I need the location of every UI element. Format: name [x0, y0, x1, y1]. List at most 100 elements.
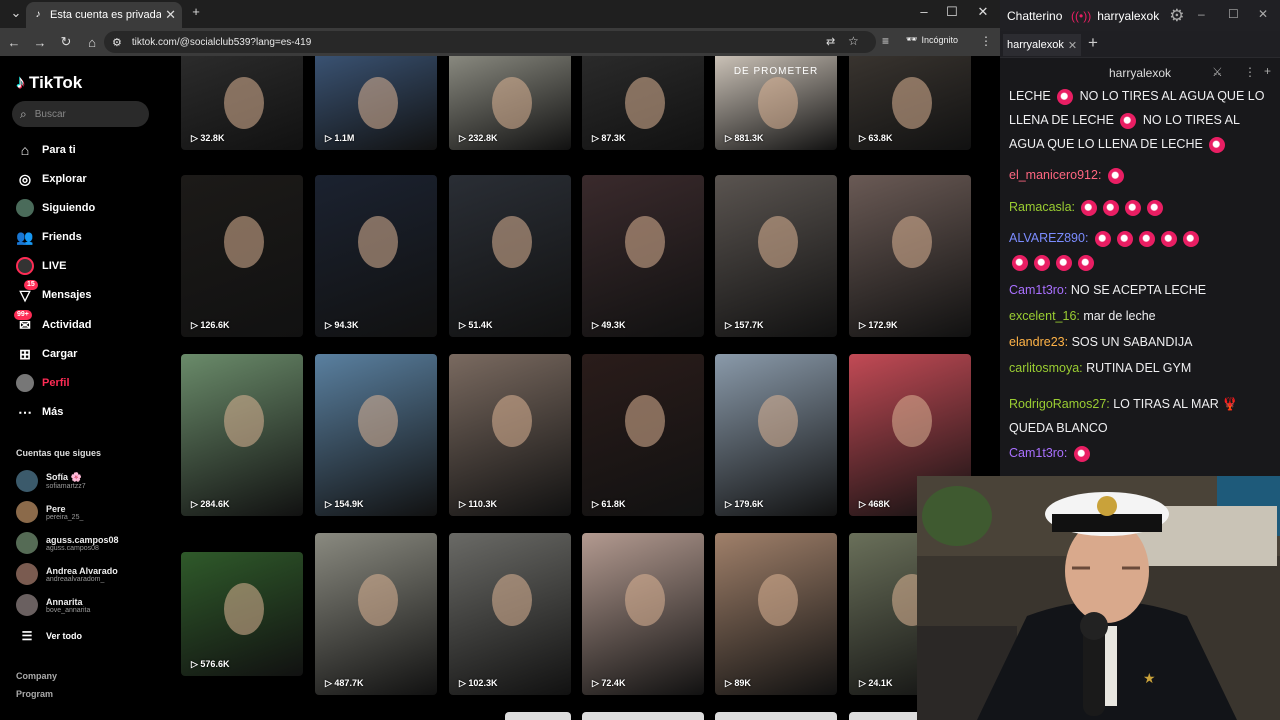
profile-avatar-icon: [16, 374, 34, 392]
video-thumbnail-partial[interactable]: [582, 712, 704, 720]
nav-item-siguiendo[interactable]: Siguiendo: [16, 199, 95, 217]
nav-item-explorar[interactable]: ◎ Explorar: [16, 170, 87, 188]
close-tab-icon[interactable]: ✕: [165, 7, 176, 23]
chat-username[interactable]: RodrigoRamos27:: [1009, 397, 1110, 411]
live-broadcast-icon: ((•)): [1071, 8, 1092, 23]
video-thumbnail[interactable]: ▷ 157.7K: [715, 175, 837, 337]
following-item[interactable]: Andrea Alvarado andreaalvaradom_: [16, 563, 118, 585]
chat-message: Cam1t3ro: NO SE ACEPTA LECHE: [1009, 278, 1275, 302]
footer-program-link[interactable]: Program: [16, 689, 53, 699]
video-thumbnail[interactable]: ▷ 51.4K: [449, 175, 571, 337]
reload-icon[interactable]: ↻: [54, 34, 78, 50]
video-thumbnail[interactable]: ▷ 284.6K: [181, 354, 303, 516]
view-count: ▷ 32.8K: [191, 133, 225, 143]
chat-tab[interactable]: harryalexok ✕: [1003, 34, 1082, 56]
minimize-icon[interactable]: –: [1198, 7, 1205, 21]
maximize-icon[interactable]: ☐: [1228, 7, 1239, 21]
messages-icon: ▽ 15: [16, 280, 38, 304]
following-item[interactable]: Pere pereira_25_: [16, 501, 83, 523]
nav-label: Siguiendo: [42, 202, 96, 214]
close-tab-icon[interactable]: ✕: [1068, 39, 1077, 52]
add-tab-icon[interactable]: +: [1088, 33, 1098, 53]
media-controls-icon[interactable]: ≡: [882, 34, 889, 48]
chat-username[interactable]: Ramacasla:: [1009, 200, 1075, 214]
following-name: Annarita: [46, 596, 83, 607]
close-icon[interactable]: ✕: [1258, 7, 1268, 21]
chat-username[interactable]: carlitosmoya:: [1009, 361, 1083, 375]
video-thumbnail[interactable]: ▷ 87.3K: [582, 56, 704, 150]
following-item[interactable]: aguss.campos08 aguss.campos08: [16, 532, 119, 554]
search-icon: ⌕: [20, 106, 27, 121]
site-info-icon[interactable]: ⚙: [112, 36, 122, 49]
video-thumbnail[interactable]: ▷ 154.9K: [315, 354, 437, 516]
video-thumbnail[interactable]: ▷ 72.4K: [582, 533, 704, 695]
settings-gear-icon[interactable]: ⚙: [1169, 6, 1184, 26]
chat-username[interactable]: excelent_16:: [1009, 309, 1080, 323]
tab-search-chevron-icon[interactable]: ⌄: [4, 5, 28, 21]
browser-menu-icon[interactable]: ⋮: [980, 34, 992, 48]
maximize-icon[interactable]: ☐: [940, 4, 964, 20]
video-thumbnail-partial[interactable]: [505, 712, 571, 720]
video-thumbnail[interactable]: ▷ 232.8K: [449, 56, 571, 150]
following-name: Pere: [46, 503, 66, 514]
following-item[interactable]: Sofía 🌸 sofiamartzz7: [16, 470, 86, 492]
forward-icon[interactable]: →: [28, 35, 52, 50]
search-input[interactable]: ⌕ Buscar: [12, 101, 149, 127]
incognito-indicator[interactable]: 🕶 Incógnito: [906, 34, 958, 45]
browser-tab[interactable]: ♪ Esta cuenta es privada. Sigue e... ✕: [26, 2, 182, 28]
translate-icon[interactable]: ⇄: [826, 35, 835, 48]
video-thumbnail[interactable]: ▷ 1.1M: [315, 56, 437, 150]
chat-text: mar de leche: [1083, 309, 1156, 323]
video-thumbnail[interactable]: ▷ 61.8K: [582, 354, 704, 516]
chat-text: SOS UN SABANDIJA: [1071, 335, 1193, 349]
video-thumbnail[interactable]: ▷ 94.3K: [315, 175, 437, 337]
nav-item-actividad[interactable]: ✉ 99+ Actividad: [14, 310, 92, 334]
messages-badge: 15: [24, 280, 38, 290]
nav-item-mas[interactable]: ⋯ Más: [16, 403, 63, 421]
thumbnail-subject: [891, 394, 932, 447]
video-thumbnail[interactable]: ▷ 172.9K: [849, 175, 971, 337]
nav-item-perfil[interactable]: Perfil: [16, 374, 70, 392]
nav-item-cargar[interactable]: ⊞ Cargar: [16, 345, 77, 363]
bookmark-star-icon[interactable]: ☆: [848, 34, 859, 48]
chat-username[interactable]: elandre23:: [1009, 335, 1068, 349]
nav-item-mensajes[interactable]: ▽ 15 Mensajes: [16, 280, 92, 304]
video-thumbnail[interactable]: ▷ 49.3K: [582, 175, 704, 337]
add-split-icon[interactable]: +: [1264, 64, 1271, 78]
nav-item-friends[interactable]: 👥 Friends: [16, 228, 81, 246]
back-icon[interactable]: ←: [2, 35, 26, 50]
following-item[interactable]: Annarita bove_annarita: [16, 594, 90, 616]
nav-item-live[interactable]: LIVE: [16, 257, 66, 275]
tiktok-logo[interactable]: ♪ TikTok: [16, 72, 82, 93]
footer-company-link[interactable]: Company: [16, 671, 57, 681]
nav-label: Para ti: [42, 144, 76, 156]
see-all-link[interactable]: ☰ Ver todo: [16, 629, 82, 643]
logo-text: TikTok: [29, 72, 83, 92]
video-thumbnail[interactable]: ▷ 487.7K: [315, 533, 437, 695]
browser-tab-bar: ⌄ ♪ Esta cuenta es privada. Sigue e... ✕…: [0, 0, 1000, 28]
video-thumbnail[interactable]: ▷ 179.6K: [715, 354, 837, 516]
url-field[interactable]: ⚙ tiktok.com/@socialclub539?lang=es-419: [104, 31, 876, 53]
home-icon[interactable]: ⌂: [80, 35, 104, 50]
chat-menu-icon[interactable]: ⋮: [1244, 65, 1256, 79]
chat-username[interactable]: ALVAREZ890:: [1009, 231, 1088, 245]
video-thumbnail[interactable]: ▷ 32.8K: [181, 56, 303, 150]
video-thumbnail[interactable]: ▷ 89K: [715, 533, 837, 695]
close-window-icon[interactable]: ✕: [971, 4, 995, 20]
video-thumbnail[interactable]: ▷ 110.3K: [449, 354, 571, 516]
minimize-icon[interactable]: –: [912, 4, 936, 19]
nav-label: Mensajes: [42, 289, 92, 301]
thumbnail-subject: [757, 573, 798, 626]
video-thumbnail[interactable]: ▷ 126.6K: [181, 175, 303, 337]
moderation-sword-icon[interactable]: ⚔: [1212, 65, 1223, 79]
chat-username[interactable]: Cam1t3ro:: [1009, 446, 1067, 460]
video-thumbnail[interactable]: ▷ 102.3K: [449, 533, 571, 695]
new-tab-icon[interactable]: +: [184, 4, 208, 19]
video-thumbnail[interactable]: ▷ 63.8K: [849, 56, 971, 150]
video-thumbnail[interactable]: DE PROMETER ▷ 881.3K: [715, 56, 837, 150]
nav-item-para-ti[interactable]: ⌂ Para ti: [16, 141, 76, 159]
chat-username[interactable]: Cam1t3ro:: [1009, 283, 1067, 297]
video-thumbnail-partial[interactable]: [715, 712, 837, 720]
video-thumbnail[interactable]: ▷ 576.6K: [181, 552, 303, 676]
chat-username[interactable]: el_manicero912:: [1009, 168, 1101, 182]
